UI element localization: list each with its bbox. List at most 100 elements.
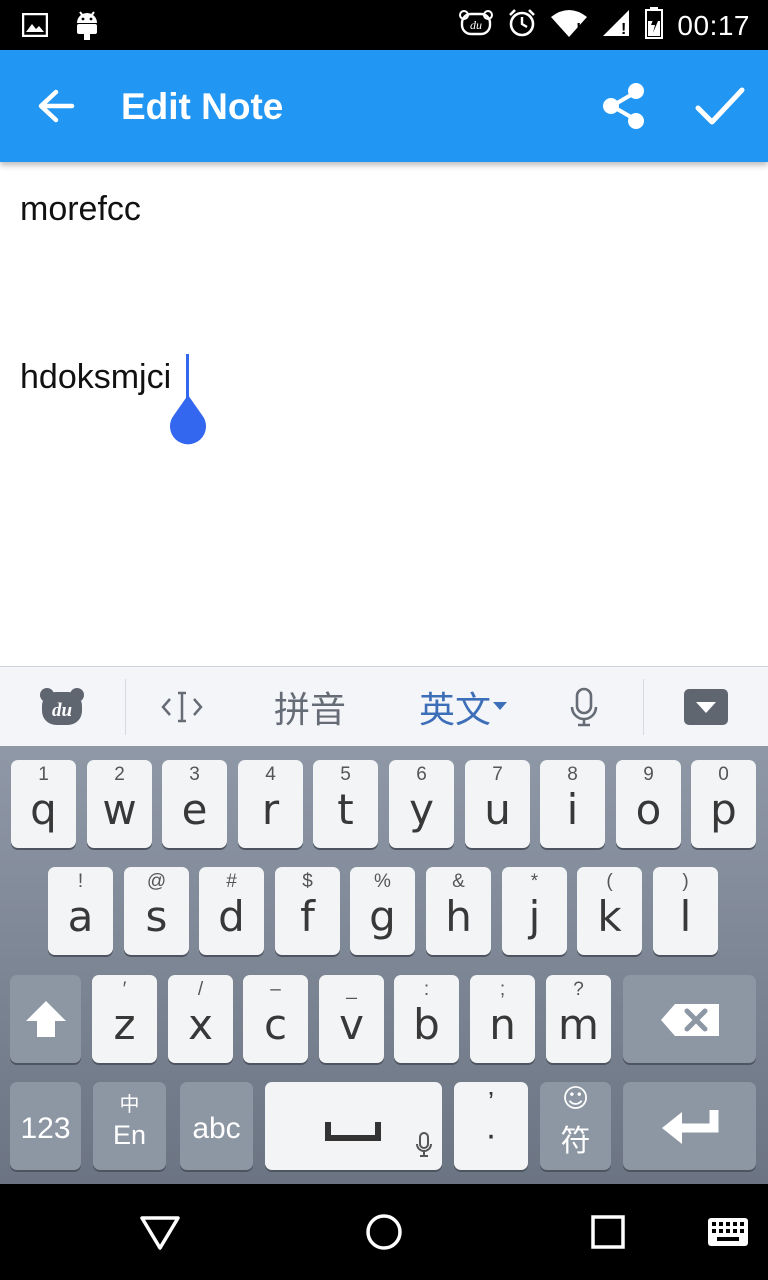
- note-editor[interactable]: morefcc hdoksmjci: [0, 162, 768, 666]
- keyboard-switch-button[interactable]: [700, 1204, 756, 1260]
- language-switch-key[interactable]: 中 En: [93, 1082, 166, 1170]
- key-primary-label: h: [445, 892, 472, 941]
- cursor-move-icon: [161, 691, 203, 723]
- microphone-icon: [416, 1132, 432, 1157]
- key-primary-label: z: [113, 1000, 136, 1049]
- key-secondary-label: ?: [573, 979, 584, 1000]
- key-secondary-label: 9: [643, 764, 654, 785]
- text-cursor: [186, 354, 189, 398]
- key-primary-label: k: [597, 892, 622, 941]
- key-secondary-label: @: [146, 871, 167, 892]
- key-primary-label: s: [145, 892, 168, 941]
- key-y[interactable]: 6y: [389, 760, 454, 848]
- arrow-back-icon: [38, 89, 75, 123]
- key-l[interactable]: ) l: [653, 867, 718, 955]
- english-mode-button[interactable]: 英文: [410, 667, 516, 747]
- key-j[interactable]: * j: [502, 867, 567, 955]
- key-v[interactable]: _ v: [319, 975, 384, 1063]
- space-key[interactable]: [265, 1082, 442, 1170]
- key-primary-label: n: [489, 1000, 516, 1049]
- hide-keyboard-button[interactable]: [680, 667, 732, 747]
- key-b[interactable]: :b: [394, 975, 459, 1063]
- key-o[interactable]: 9o: [616, 760, 681, 848]
- key-d[interactable]: # d: [199, 867, 264, 955]
- android-icon: [74, 10, 100, 45]
- shift-key[interactable]: [10, 975, 81, 1063]
- key-secondary-label: 1: [38, 764, 49, 785]
- key-secondary-label: !: [77, 871, 84, 892]
- abc-key[interactable]: abc: [180, 1082, 253, 1170]
- status-bar: du ! ! 00:17: [0, 0, 768, 50]
- nav-back-button[interactable]: [132, 1204, 188, 1260]
- key-x[interactable]: / x: [168, 975, 233, 1063]
- key-secondary-label: 6: [416, 764, 427, 785]
- nav-home-button[interactable]: [356, 1204, 412, 1260]
- key-m[interactable]: ? m: [546, 975, 611, 1063]
- punctuation-key[interactable]: ’ ·: [454, 1082, 528, 1170]
- key-h[interactable]: & h: [426, 867, 491, 955]
- key-i[interactable]: 8i: [540, 760, 605, 848]
- back-button[interactable]: [28, 80, 84, 132]
- pinyin-label: 拼音: [273, 690, 346, 731]
- abc-key-label: abc: [192, 1112, 241, 1145]
- enter-key[interactable]: [623, 1082, 756, 1170]
- cursor-move-button[interactable]: [152, 667, 212, 747]
- key-secondary-label: _: [346, 979, 357, 1000]
- backspace-key[interactable]: [623, 975, 756, 1063]
- key-primary-label: y: [409, 785, 434, 834]
- pinyin-mode-button[interactable]: 拼音: [262, 667, 358, 747]
- key-t[interactable]: 5t: [313, 760, 378, 848]
- key-primary-label: t: [337, 785, 354, 834]
- caret-down-icon: [493, 702, 507, 710]
- du-bear-icon: du: [40, 688, 84, 725]
- screen: du ! ! 00:17 Edit Note morefcc hdoksmjci…: [0, 0, 768, 1280]
- key-g[interactable]: % g: [350, 867, 415, 955]
- key-c[interactable]: – c: [243, 975, 308, 1063]
- divider: [643, 679, 644, 735]
- note-line: hdoksmjci: [20, 358, 172, 396]
- svg-text:du: du: [52, 700, 72, 721]
- key-secondary-label: &: [452, 871, 465, 892]
- symbols-key[interactable]: ☺ 符: [540, 1082, 611, 1170]
- key-secondary-label: ): [682, 871, 689, 892]
- key-f[interactable]: $ f: [275, 867, 340, 955]
- key-n[interactable]: ; n: [470, 975, 535, 1063]
- key-primary-label: i: [566, 785, 579, 834]
- key-s[interactable]: @ s: [124, 867, 189, 955]
- lang-bottom-label: En: [112, 1120, 147, 1150]
- key-secondary-label: –: [270, 979, 281, 1000]
- save-button[interactable]: [692, 80, 748, 132]
- key-k[interactable]: (k: [577, 867, 642, 955]
- check-icon: [695, 87, 745, 125]
- key-u[interactable]: 7u: [465, 760, 530, 848]
- battery-icon: [645, 7, 664, 44]
- ime-toolbar: du 拼音 英文: [0, 666, 768, 746]
- back-triangle-icon: [140, 1216, 180, 1250]
- keyboard-switch-icon: [708, 1218, 748, 1246]
- keyboard: 123 中 En abc ’ · ☺ 符 1q2w3e4r5t6y7u8i9o0…: [0, 746, 768, 1184]
- home-circle-icon: [366, 1214, 402, 1250]
- key-secondary-label: ′: [122, 979, 127, 1000]
- cursor-handle[interactable]: [166, 395, 210, 449]
- english-label: 英文: [418, 690, 491, 731]
- key-r[interactable]: 4r: [238, 760, 303, 848]
- key-p[interactable]: 0p: [691, 760, 756, 848]
- lang-top-label: 中: [119, 1094, 140, 1116]
- symbol-top-label: ☺: [561, 1084, 590, 1114]
- nav-recents-button[interactable]: [580, 1204, 636, 1260]
- key-primary-label: b: [413, 1000, 440, 1049]
- wifi-icon: !: [551, 9, 588, 42]
- key-w[interactable]: 2w: [87, 760, 152, 848]
- key-z[interactable]: ′ z: [92, 975, 157, 1063]
- image-icon: [21, 12, 49, 42]
- voice-input-button[interactable]: [558, 667, 610, 747]
- space-bar-icon: [325, 1122, 381, 1141]
- key-q[interactable]: 1q: [11, 760, 76, 848]
- key-secondary-label: 4: [265, 764, 276, 785]
- numbers-key[interactable]: 123: [10, 1082, 81, 1170]
- key-e[interactable]: 3e: [162, 760, 227, 848]
- ime-logo-button[interactable]: du: [30, 667, 94, 747]
- key-secondary-label: 2: [114, 764, 125, 785]
- share-button[interactable]: [598, 80, 650, 132]
- key-a[interactable]: ! a: [48, 867, 113, 955]
